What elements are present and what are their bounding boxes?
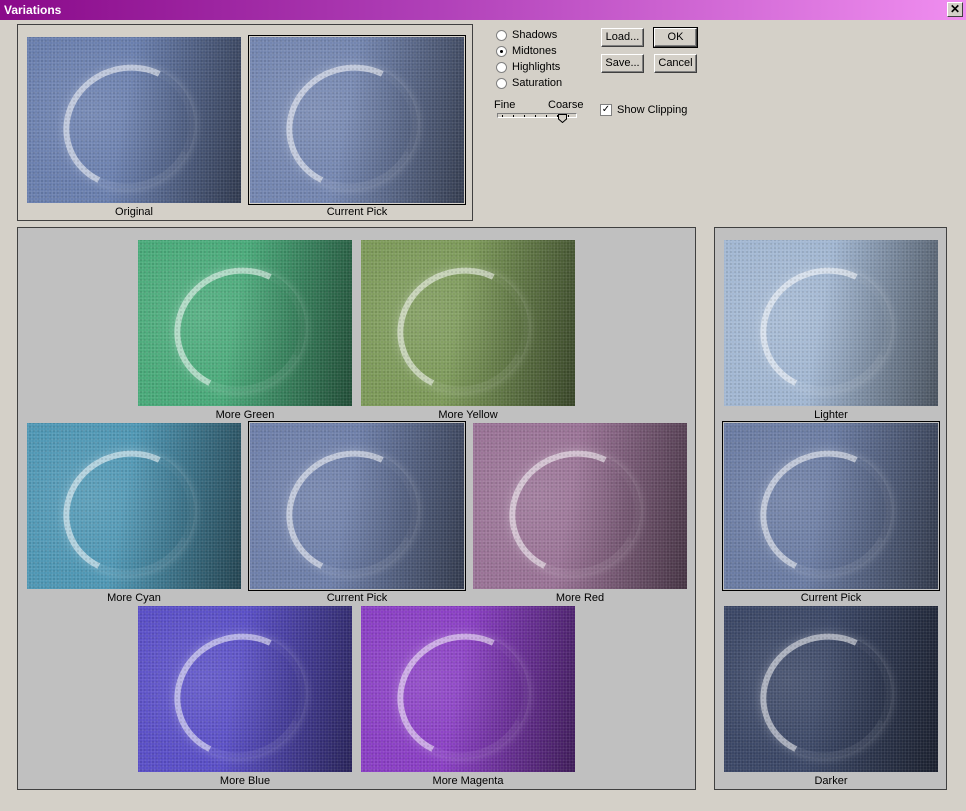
radio-shadows-label: Shadows (512, 29, 558, 41)
color-current-pick-thumbnail (248, 421, 466, 591)
slider-fine-label: Fine (494, 99, 516, 111)
radio-shadows-indicator[interactable] (496, 29, 507, 41)
radio-saturation[interactable]: Saturation (496, 76, 562, 90)
slider-tick (535, 115, 536, 117)
darker-label: Darker (814, 775, 848, 787)
current-pick-label: Current Pick (326, 206, 388, 218)
lightness-current-pick-thumbnail (722, 421, 940, 591)
more-yellow-thumbnail[interactable] (361, 240, 575, 406)
original-preview (27, 37, 241, 203)
slider-tick (546, 115, 547, 117)
noise-texture (473, 423, 687, 589)
show-clipping-checkbox[interactable]: ✓ Show Clipping (600, 104, 687, 116)
slider-coarse-label: Coarse (548, 99, 584, 111)
window-title: Variations (4, 3, 62, 17)
original-label: Original (115, 206, 153, 218)
radio-midtones-indicator[interactable] (496, 45, 507, 57)
radio-highlights[interactable]: Highlights (496, 60, 560, 74)
radio-highlights-indicator[interactable] (496, 61, 507, 73)
noise-texture (724, 606, 938, 772)
show-clipping-label: Show Clipping (617, 104, 688, 116)
noise-texture (138, 240, 352, 406)
more-yellow-label: More Yellow (438, 409, 498, 421)
slider-thumb[interactable] (558, 114, 567, 123)
more-red-thumbnail[interactable] (473, 423, 687, 589)
lighter-thumbnail[interactable] (724, 240, 938, 406)
lighter-label: Lighter (814, 409, 848, 421)
more-magenta-thumbnail[interactable] (361, 606, 575, 772)
ok-button[interactable]: OK (653, 27, 698, 48)
checkbox-check-icon[interactable]: ✓ (600, 104, 612, 116)
noise-texture (250, 423, 464, 589)
slider-tick (568, 115, 569, 117)
more-green-label: More Green (215, 409, 275, 421)
more-red-label: More Red (555, 592, 605, 604)
radio-midtones[interactable]: Midtones (496, 44, 557, 58)
more-blue-thumbnail[interactable] (138, 606, 352, 772)
more-cyan-label: More Cyan (107, 592, 161, 604)
noise-texture (724, 423, 938, 589)
darker-thumbnail[interactable] (724, 606, 938, 772)
load-button[interactable]: Load... (601, 28, 644, 47)
noise-texture (27, 37, 241, 203)
more-blue-label: More Blue (219, 775, 271, 787)
slider-tick (502, 115, 503, 117)
current-pick-preview (248, 35, 466, 205)
radio-shadows[interactable]: Shadows (496, 28, 557, 42)
color-current-pick-label: Current Pick (326, 592, 388, 604)
noise-texture (361, 240, 575, 406)
more-cyan-thumbnail[interactable] (27, 423, 241, 589)
noise-texture (250, 37, 464, 203)
close-icon[interactable]: ✕ (947, 2, 963, 17)
more-magenta-label: More Magenta (432, 775, 504, 787)
noise-texture (138, 606, 352, 772)
radio-saturation-label: Saturation (512, 77, 563, 89)
radio-midtones-label: Midtones (512, 45, 557, 57)
lightness-current-pick-label: Current Pick (800, 592, 862, 604)
radio-saturation-indicator[interactable] (496, 77, 507, 89)
radio-highlights-label: Highlights (512, 61, 561, 73)
save-button[interactable]: Save... (601, 54, 644, 73)
more-green-thumbnail[interactable] (138, 240, 352, 406)
slider-tick (524, 115, 525, 117)
title-bar: Variations ✕ (0, 0, 966, 20)
cancel-button[interactable]: Cancel (654, 54, 697, 73)
noise-texture (724, 240, 938, 406)
noise-texture (361, 606, 575, 772)
noise-texture (27, 423, 241, 589)
slider-tick (513, 115, 514, 117)
